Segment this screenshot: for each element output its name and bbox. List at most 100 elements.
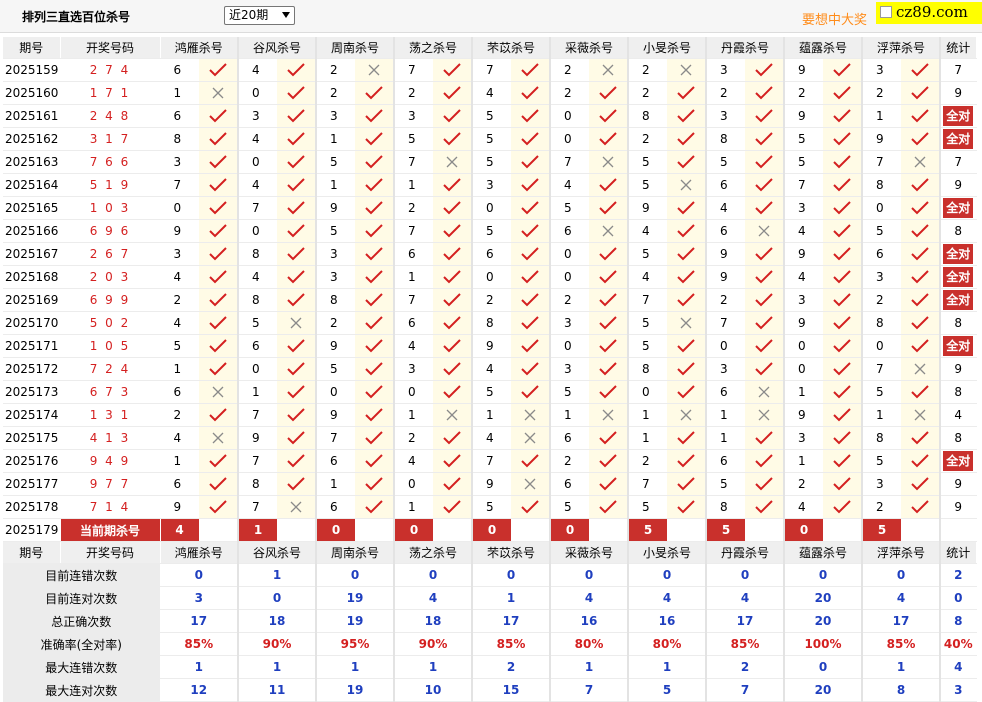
result-mark-cell <box>588 219 629 243</box>
result-mark-cell <box>354 58 395 82</box>
cross-icon <box>446 409 458 421</box>
result-mark-cell <box>354 403 395 427</box>
check-icon <box>209 362 227 376</box>
kill-number-cell: 0 <box>550 242 589 266</box>
result-mark-cell <box>510 104 551 128</box>
kill-number-cell: 4 <box>472 357 511 381</box>
cross-icon <box>602 156 614 168</box>
cross-icon <box>524 478 536 490</box>
check-icon <box>677 431 695 445</box>
check-icon <box>365 385 383 399</box>
check-icon <box>677 247 695 261</box>
current-kill-value: 4 <box>160 519 199 541</box>
kill-number-cell: 7 <box>394 288 433 312</box>
kill-number-cell: 6 <box>706 173 745 197</box>
kill-number-cell: 1 <box>472 403 511 427</box>
result-mark-cell <box>822 196 863 220</box>
result-mark-cell <box>744 58 785 82</box>
table-row: 2025173 6 7 361005506158 <box>3 380 977 404</box>
result-mark-cell <box>666 81 707 105</box>
check-icon <box>833 109 851 123</box>
result-mark-cell <box>744 196 785 220</box>
col-header-expert: 荡之杀号 <box>394 541 473 564</box>
stat-value: 20 <box>784 586 863 610</box>
result-mark-cell <box>354 380 395 404</box>
kill-number-cell: 2 <box>394 81 433 105</box>
kill-number-cell: 1 <box>862 403 901 427</box>
check-icon <box>599 454 617 468</box>
result-mark-cell <box>432 173 473 197</box>
col-header-total: 统计 <box>940 541 977 564</box>
kill-number-cell: 0 <box>238 357 277 381</box>
result-mark-cell <box>744 403 785 427</box>
stat-value: 12 <box>160 678 239 702</box>
kill-number-cell: 8 <box>862 426 901 450</box>
check-icon <box>911 132 929 146</box>
total-cell: 9 <box>940 472 977 496</box>
result-mark-cell <box>666 219 707 243</box>
stat-value: 4 <box>550 586 629 610</box>
check-icon <box>209 224 227 238</box>
kill-number-cell: 5 <box>784 127 823 151</box>
total-cell: 8 <box>940 219 977 243</box>
col-header-issue: 期号 <box>3 37 61 59</box>
top-bar: 排列三直选百位杀号 近20期 要想中大奖 cz89.com <box>0 0 982 33</box>
ad-logo[interactable]: cz89.com <box>876 2 982 24</box>
result-mark-cell <box>666 288 707 312</box>
check-icon <box>365 155 383 169</box>
result-mark-cell <box>354 311 395 335</box>
result-mark-cell <box>744 380 785 404</box>
check-icon <box>443 500 461 514</box>
check-icon <box>287 155 305 169</box>
stat-value: 19 <box>316 609 395 633</box>
kill-number-cell: 0 <box>472 196 511 220</box>
winning-number-cell: 7 2 4 <box>60 357 161 381</box>
kill-number-cell: 0 <box>394 380 433 404</box>
result-mark-cell <box>666 127 707 151</box>
kill-number-cell: 9 <box>238 426 277 450</box>
winning-number-cell: 2 7 4 <box>60 58 161 82</box>
check-icon <box>209 316 227 330</box>
kill-number-cell: 7 <box>628 288 667 312</box>
stat-value: 1 <box>862 655 941 679</box>
kill-number-cell: 4 <box>784 219 823 243</box>
table-row: 2025175 4 1 349724611388 <box>3 426 977 450</box>
kill-number-cell: 0 <box>784 334 823 358</box>
kill-number-cell: 3 <box>550 357 589 381</box>
kill-number-cell: 0 <box>394 472 433 496</box>
check-icon <box>911 477 929 491</box>
check-icon <box>209 454 227 468</box>
result-mark-cell <box>666 58 707 82</box>
result-mark-cell <box>510 196 551 220</box>
stat-value: 0 <box>784 655 863 679</box>
check-icon <box>521 270 539 284</box>
result-mark-cell <box>432 311 473 335</box>
check-icon <box>833 500 851 514</box>
issue-cell: 2025163 <box>3 150 61 174</box>
total-cell: 9 <box>940 173 977 197</box>
result-mark-cell <box>588 495 629 519</box>
kill-number-cell: 4 <box>628 219 667 243</box>
check-icon <box>833 454 851 468</box>
check-icon <box>365 109 383 123</box>
result-mark-cell <box>900 242 941 266</box>
result-mark-cell <box>510 173 551 197</box>
period-select[interactable]: 近20期 <box>224 6 295 25</box>
check-icon <box>833 316 851 330</box>
kill-number-cell: 7 <box>160 173 199 197</box>
kill-number-cell: 3 <box>862 472 901 496</box>
kill-number-cell: 4 <box>706 196 745 220</box>
stat-value: 18 <box>394 609 473 633</box>
check-icon <box>365 362 383 376</box>
stat-row: 总正确次数 17 18 19 18 17 16 16 17 20 17 8 <box>3 609 977 633</box>
kill-number-cell: 4 <box>238 265 277 289</box>
kill-number-cell: 1 <box>394 265 433 289</box>
cross-icon <box>680 409 692 421</box>
stat-value: 90% <box>238 632 317 656</box>
kill-number-cell: 9 <box>706 265 745 289</box>
ad-text[interactable]: 要想中大奖 <box>802 9 867 28</box>
kill-number-cell: 0 <box>862 196 901 220</box>
stat-value: 2 <box>706 655 785 679</box>
check-icon <box>443 63 461 77</box>
winning-number-cell: 1 0 3 <box>60 196 161 220</box>
